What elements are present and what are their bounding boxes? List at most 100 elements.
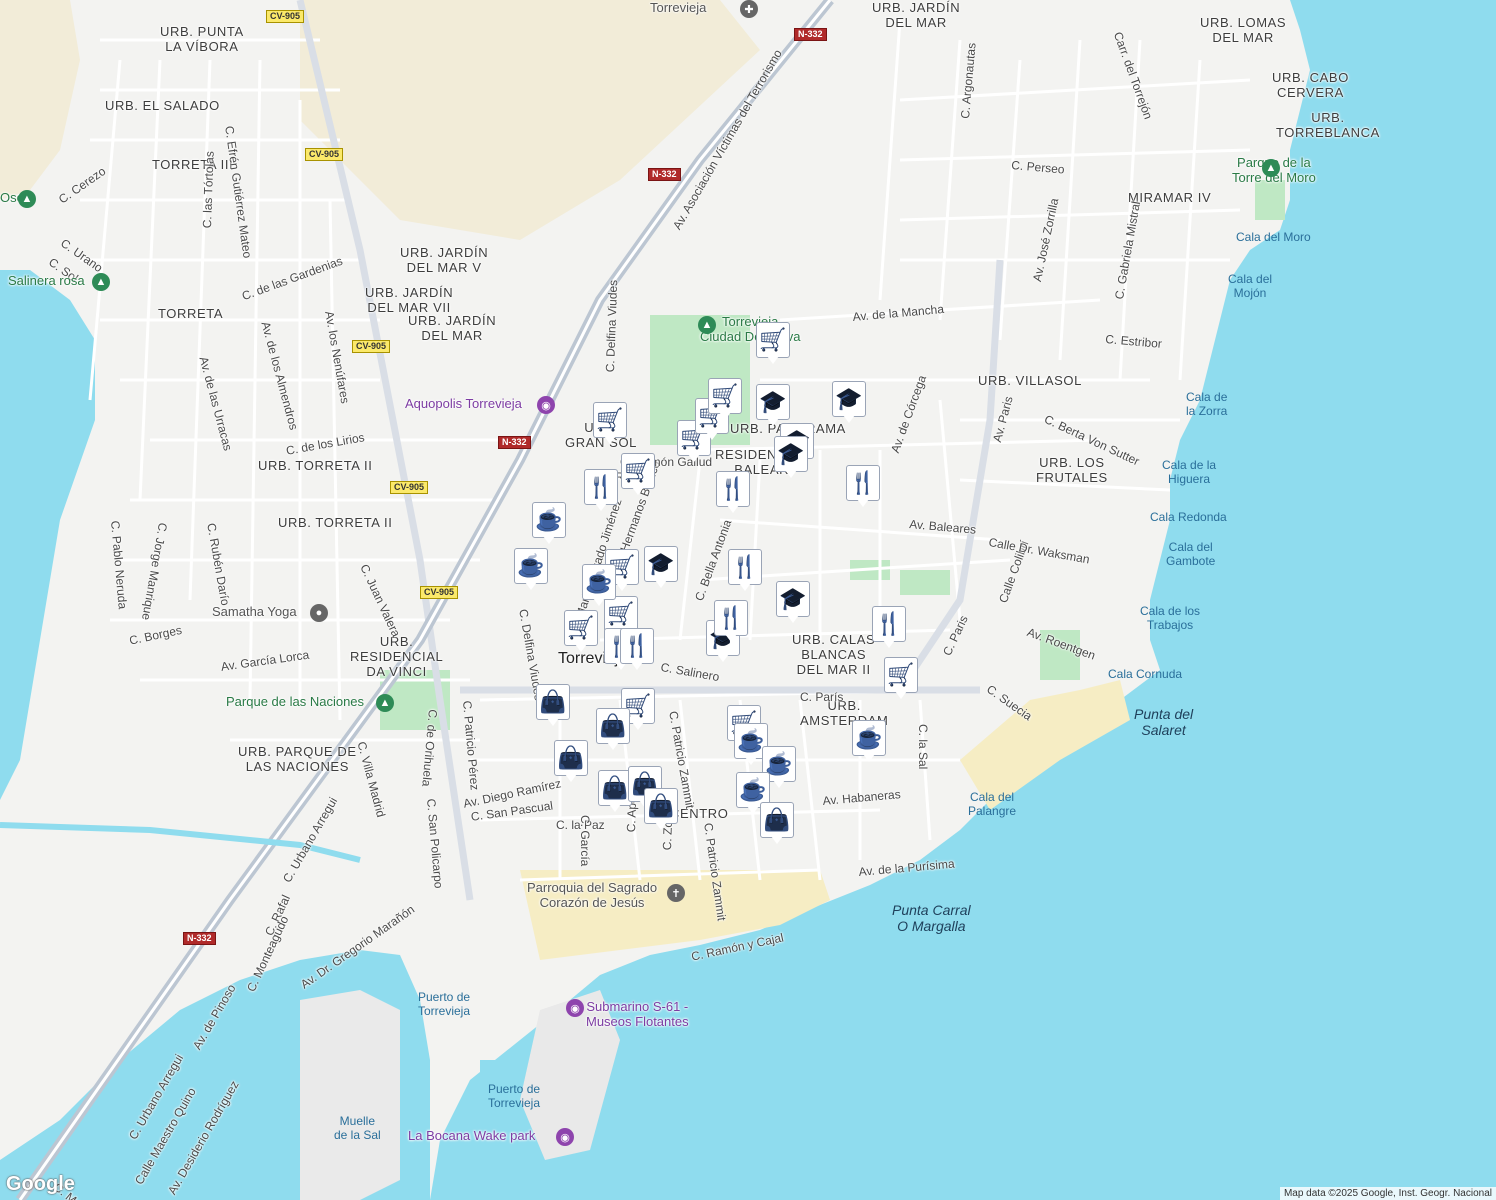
- road-shield: N-332: [794, 28, 827, 41]
- restaurant-icon: 🍴: [623, 633, 651, 658]
- shopping-cart-icon: 🛒: [759, 327, 787, 352]
- shopping-bag-icon: 👜: [599, 713, 627, 738]
- poi-label[interactable]: La Bocana Wake park: [408, 1128, 535, 1143]
- water-label: Cala del Gambote: [1166, 540, 1216, 568]
- area-label: URB. VILLASOL: [978, 373, 1082, 388]
- area-label: URB. PARQUE DE LAS NACIONES: [238, 744, 357, 774]
- area-label: CENTRO: [670, 806, 729, 821]
- cafe-icon: ☕: [855, 725, 883, 750]
- area-label: URB. LOS FRUTALES: [1036, 455, 1108, 485]
- poi-label[interactable]: Parroquia del Sagrado Corazón de Jesús: [527, 880, 657, 910]
- cafe-marker[interactable]: ☕: [852, 720, 886, 764]
- road-shield: N-332: [498, 436, 531, 449]
- area-label: URB. TORREBLANCA: [1276, 110, 1380, 140]
- attraction-icon[interactable]: ◉: [566, 999, 584, 1017]
- cape-label: Punta del Salaret: [1134, 706, 1194, 738]
- area-label: URB. JARDÍN DEL MAR V: [400, 245, 489, 275]
- street-label: C. París: [800, 690, 844, 704]
- restaurant-marker[interactable]: 🍴: [728, 549, 762, 593]
- shopping-bag-icon: 👜: [763, 807, 791, 832]
- water-label: Cala Redonda: [1150, 510, 1227, 524]
- water-label: Cala de la Higuera: [1162, 458, 1217, 486]
- restaurant-icon: 🍴: [731, 554, 759, 579]
- road-shield: N-332: [183, 932, 216, 945]
- poi-label[interactable]: Torrevieja: [650, 0, 706, 15]
- shopping-bag-marker[interactable]: 👜: [644, 788, 678, 832]
- area-label: TORRETA III: [152, 157, 234, 172]
- park-icon[interactable]: ▲: [376, 694, 394, 712]
- area-label: URB. TORRETA II: [278, 515, 393, 530]
- place-icon[interactable]: ●: [310, 604, 328, 622]
- restaurant-icon: 🍴: [719, 476, 747, 501]
- poi-label[interactable]: Aquopolis Torrevieja: [405, 396, 522, 411]
- road-shield: CV-905: [352, 340, 391, 353]
- water-label: Cala Cornuda: [1108, 667, 1183, 681]
- attraction-icon[interactable]: ◉: [537, 396, 555, 414]
- shopping-cart-marker[interactable]: 🛒: [593, 402, 627, 446]
- map-attribution[interactable]: Map data ©2025 Google, Inst. Geogr. Naci…: [1279, 1187, 1496, 1200]
- shopping-cart-marker[interactable]: 🛒: [884, 657, 918, 701]
- poi-label[interactable]: Samatha Yoga: [212, 604, 297, 619]
- graduation-cap-icon: 🎓: [647, 551, 675, 576]
- park-icon[interactable]: ▲: [92, 273, 110, 291]
- poi-label[interactable]: Parque de las Naciones: [226, 694, 364, 709]
- cape-label: Punta Carral O Margalla: [892, 902, 971, 934]
- water-label: Muelle de la Sal: [334, 1114, 381, 1142]
- restaurant-marker[interactable]: 🍴: [620, 628, 654, 672]
- area-label: URB. RESIDENCIAL DA VINCI: [350, 634, 444, 679]
- park-icon[interactable]: ▲: [18, 190, 36, 208]
- street-label: C. la Sal: [916, 724, 930, 770]
- cafe-marker[interactable]: ☕: [532, 502, 566, 546]
- restaurant-marker[interactable]: 🍴: [584, 469, 618, 513]
- shopping-cart-icon: 🛒: [567, 615, 595, 640]
- attraction-icon[interactable]: ◉: [556, 1128, 574, 1146]
- restaurant-marker[interactable]: 🍴: [714, 600, 748, 644]
- shopping-cart-marker[interactable]: 🛒: [564, 610, 598, 654]
- shopping-bag-marker[interactable]: 👜: [598, 770, 632, 814]
- poi-label[interactable]: Salinera rosa: [8, 273, 85, 288]
- restaurant-marker[interactable]: 🍴: [872, 606, 906, 650]
- street-label: C. las Tórtolas: [200, 150, 217, 229]
- road-shield: CV-905: [390, 481, 429, 494]
- shopping-cart-marker[interactable]: 🛒: [621, 453, 655, 497]
- street-label: C. García: [578, 815, 592, 867]
- shopping-cart-icon: 🛒: [711, 383, 739, 408]
- restaurant-marker[interactable]: 🍴: [846, 465, 880, 509]
- water-label: Cala del Palangre: [968, 790, 1017, 818]
- restaurant-icon: 🍴: [717, 605, 745, 630]
- cafe-icon: ☕: [517, 553, 545, 578]
- area-label: URB. EL SALADO: [105, 98, 220, 113]
- shopping-cart-marker[interactable]: 🛒: [708, 378, 742, 422]
- water-label: Puerto de Torrevieja: [488, 1082, 541, 1110]
- graduation-cap-marker[interactable]: 🎓: [644, 546, 678, 590]
- area-label: URB. JARDÍN DEL MAR: [872, 0, 961, 30]
- park-icon[interactable]: ▲: [698, 316, 716, 334]
- cafe-marker[interactable]: ☕: [514, 548, 548, 592]
- cafe-marker[interactable]: ☕: [582, 564, 616, 608]
- poi-label[interactable]: Submarino S-61 - Museos Flotantes: [586, 999, 689, 1029]
- graduation-cap-marker[interactable]: 🎓: [774, 436, 808, 480]
- shopping-bag-marker[interactable]: 👜: [536, 684, 570, 728]
- shopping-cart-marker[interactable]: 🛒: [756, 322, 790, 366]
- shopping-bag-marker[interactable]: 👜: [554, 740, 588, 784]
- area-label: URB. CALAS BLANCAS DEL MAR II: [792, 632, 876, 677]
- restaurant-icon: 🍴: [849, 470, 877, 495]
- shopping-bag-marker[interactable]: 👜: [760, 802, 794, 846]
- shopping-bag-marker[interactable]: 👜: [596, 708, 630, 752]
- shopping-bag-icon: 👜: [557, 745, 585, 770]
- restaurant-icon: 🍴: [875, 611, 903, 636]
- hospital-icon[interactable]: ✚: [740, 0, 758, 18]
- graduation-cap-marker[interactable]: 🎓: [832, 381, 866, 425]
- graduation-cap-marker[interactable]: 🎓: [776, 581, 810, 625]
- park-icon[interactable]: ▲: [1262, 159, 1280, 177]
- graduation-cap-icon: 🎓: [779, 586, 807, 611]
- church-icon[interactable]: ✝: [667, 884, 685, 902]
- road-shield: CV-905: [420, 586, 459, 599]
- map-canvas[interactable]: URB. PUNTA LA VÍBORA URB. EL SALADO TORRET…: [0, 0, 1496, 1200]
- cafe-icon: ☕: [585, 569, 613, 594]
- cafe-icon: ☕: [737, 728, 765, 753]
- water-label: Cala de la Zorra: [1186, 390, 1228, 418]
- shopping-cart-icon: 🛒: [887, 662, 915, 687]
- graduation-cap-marker[interactable]: 🎓: [756, 384, 790, 428]
- restaurant-marker[interactable]: 🍴: [716, 471, 750, 515]
